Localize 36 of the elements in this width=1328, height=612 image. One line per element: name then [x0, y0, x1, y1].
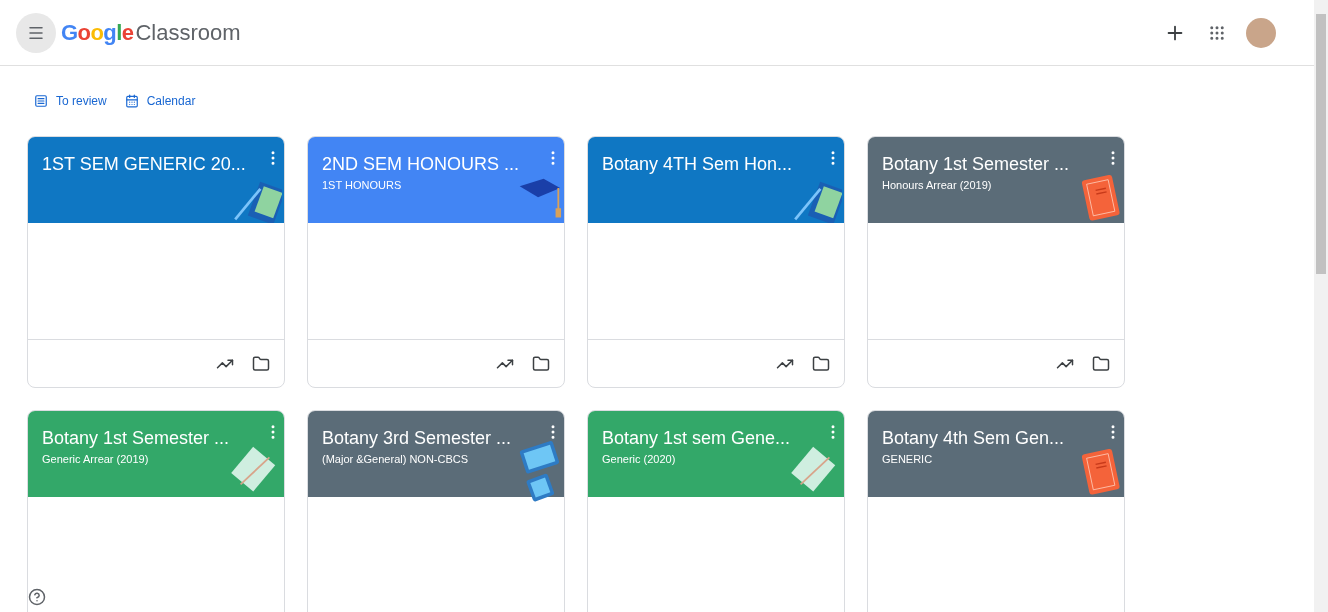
class-card[interactable]: Botany 1st Semester ... Honours Arrear (2019) — [867, 136, 1125, 388]
class-title[interactable]: Botany 1st sem Gene... — [602, 425, 791, 451]
class-card[interactable]: Botany 3rd Semester ... (Major &General) NON-CBCS — [307, 410, 565, 612]
folder-icon[interactable] — [252, 354, 270, 373]
nav-link[interactable]: Calendar — [124, 92, 196, 110]
class-section: (Major &General) NON-CBCS — [322, 451, 469, 467]
class-card[interactable]: Botany 4TH Sem Hon... — [587, 136, 845, 388]
class-title[interactable]: Botany 1st Semester ... — [42, 425, 230, 451]
class-title[interactable]: Botany 3rd Semester ... — [322, 425, 512, 451]
nav-link[interactable]: To review — [34, 92, 107, 110]
review-icon — [34, 94, 48, 108]
scrollbar[interactable] — [1314, 0, 1328, 612]
folder-icon[interactable] — [532, 354, 550, 373]
folder-icon[interactable] — [1092, 354, 1110, 373]
class-card[interactable]: Botany 1st Semester ... Generic Arrear (2019) — [27, 410, 285, 612]
logo-wordmark[interactable]: Google — [61, 16, 134, 49]
class-title[interactable]: Botany 1st Semester ... — [882, 151, 1070, 177]
class-section: 1ST HONOURS — [322, 177, 402, 193]
product-name: Classroom — [135, 19, 241, 47]
class-title[interactable]: 2ND SEM HONOURS ... — [322, 151, 520, 177]
class-title[interactable]: Botany 4th Sem Gen... — [882, 425, 1065, 451]
class-card[interactable]: Botany 1st sem Gene... Generic (2020) — [587, 410, 845, 612]
apps-grid-icon[interactable] — [1208, 23, 1226, 42]
class-title[interactable]: 1ST SEM GENERIC 20... — [42, 151, 246, 177]
class-title[interactable]: Botany 4TH Sem Hon... — [602, 151, 793, 177]
class-card[interactable]: 1ST SEM GENERIC 20... — [27, 136, 285, 388]
class-card[interactable]: Botany 4th Sem Gen... GENERIC — [867, 410, 1125, 612]
calendar-icon — [124, 94, 139, 108]
folder-icon[interactable] — [812, 354, 830, 373]
class-section: Generic (2020) — [602, 451, 676, 467]
class-card[interactable]: 2ND SEM HONOURS ... 1ST HONOURS — [307, 136, 565, 388]
class-section: GENERIC — [882, 451, 933, 467]
scrollbar-thumb[interactable] — [1316, 14, 1326, 274]
class-section: Honours Arrear (2019) — [882, 177, 992, 193]
main-menu-button[interactable] — [16, 12, 56, 53]
class-section: Generic Arrear (2019) — [42, 451, 149, 467]
